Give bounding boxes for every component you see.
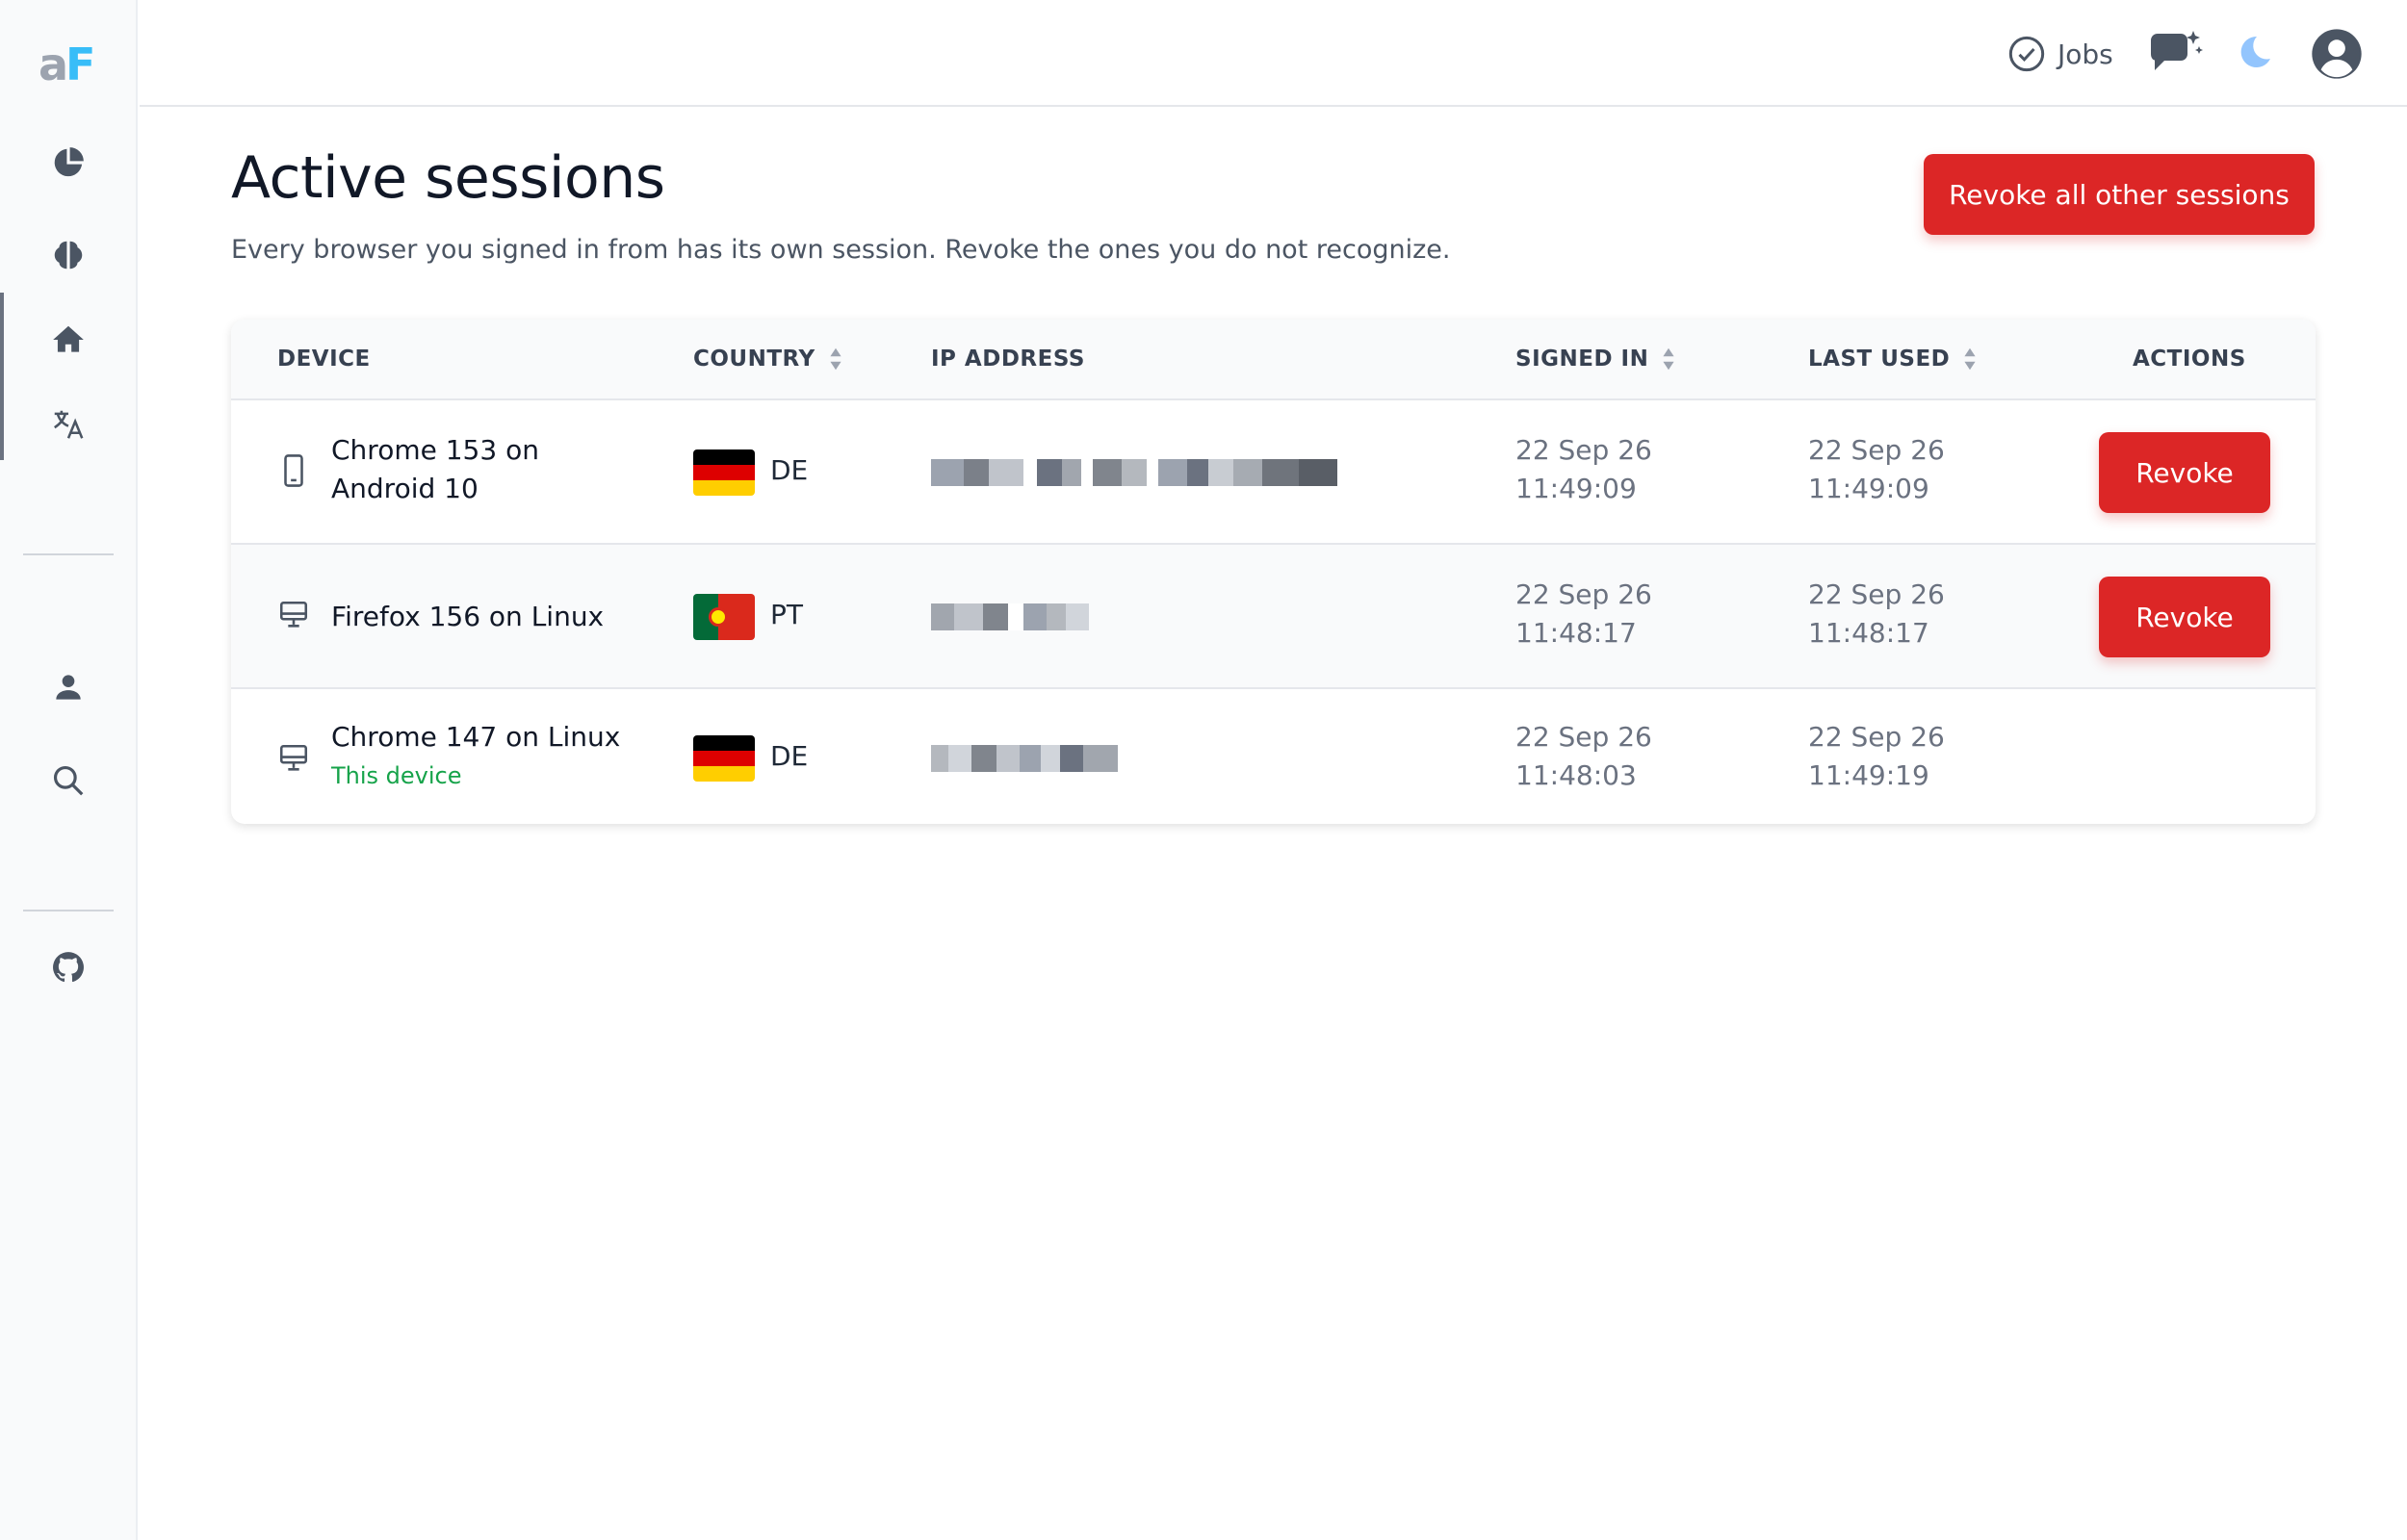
- ip-address-blurred: [931, 603, 1089, 630]
- pie-chart-icon[interactable]: [48, 142, 89, 183]
- revoke-all-sessions-button[interactable]: Revoke all other sessions: [1924, 154, 2315, 235]
- page-title: Active sessions: [231, 144, 665, 212]
- device-name: Firefox 156 on Linux: [331, 601, 605, 632]
- flag-de-icon: [693, 735, 755, 782]
- column-header-device: DEVICE: [277, 346, 371, 372]
- column-header-ip: IP ADDRESS: [931, 346, 1085, 372]
- search-icon[interactable]: [48, 760, 89, 801]
- sidebar-divider: [23, 910, 114, 911]
- device-name: Chrome 147 on Linux: [331, 721, 621, 753]
- ip-address-blurred: [931, 745, 1118, 772]
- sort-icon[interactable]: [829, 346, 842, 372]
- column-header-country[interactable]: COUNTRY: [693, 320, 842, 398]
- last-used-datetime: 22 Sep 26 11:48:17: [1808, 578, 1945, 649]
- flag-de-icon: [693, 449, 755, 496]
- moon-icon[interactable]: [2224, 27, 2282, 81]
- revoke-button[interactable]: Revoke: [2099, 432, 2270, 513]
- signed-in-datetime: 22 Sep 26 11:48:17: [1515, 578, 1652, 649]
- translate-icon[interactable]: [48, 404, 89, 445]
- active-section-indicator: [0, 293, 4, 460]
- jobs-label: Jobs: [2058, 38, 2113, 70]
- brain-icon[interactable]: [48, 235, 89, 275]
- home-icon[interactable]: [48, 320, 89, 360]
- country-code: DE: [770, 454, 809, 486]
- column-header-actions: ACTIONS: [2133, 346, 2246, 372]
- desktop-icon: [279, 744, 308, 771]
- sessions-table: DEVICE COUNTRY IP ADDRESS SIGNED IN LAST…: [231, 320, 2316, 824]
- chat-sparkle-icon[interactable]: [2147, 27, 2205, 81]
- last-used-datetime: 22 Sep 26 11:49:09: [1808, 434, 1945, 504]
- sort-icon[interactable]: [1963, 346, 1977, 372]
- sidebar-divider: [23, 553, 114, 555]
- table-row: Chrome 153 on Android 10 DE 22 Sep 26 11:4…: [231, 398, 2316, 543]
- sort-icon[interactable]: [1662, 346, 1675, 372]
- signed-in-datetime: 22 Sep 26 11:48:03: [1515, 721, 1652, 791]
- sidebar: aF: [0, 0, 138, 1540]
- user-circle-icon[interactable]: [2308, 27, 2366, 81]
- device-name: Chrome 153 on Android 10: [331, 434, 539, 504]
- this-device-label: This device: [331, 762, 462, 789]
- country-code: DE: [770, 740, 809, 772]
- flag-pt-icon: [693, 594, 755, 640]
- app-logo[interactable]: aF: [39, 42, 96, 87]
- table-header: DEVICE COUNTRY IP ADDRESS SIGNED IN LAST…: [231, 320, 2316, 398]
- github-icon[interactable]: [48, 947, 89, 988]
- desktop-icon: [279, 601, 308, 628]
- column-header-signed-in[interactable]: SIGNED IN: [1515, 320, 1675, 398]
- page-subtitle: Every browser you signed in from has its…: [231, 235, 1451, 265]
- jobs-button[interactable]: Jobs: [2007, 33, 2113, 75]
- ip-address-blurred: [931, 459, 1337, 486]
- last-used-datetime: 22 Sep 26 11:49:19: [1808, 721, 1945, 791]
- column-header-last-used[interactable]: LAST USED: [1808, 320, 1977, 398]
- mobile-icon: [284, 454, 303, 487]
- check-circle-icon: [2008, 36, 2045, 72]
- user-icon[interactable]: [48, 667, 89, 707]
- table-row: Firefox 156 on Linux PT 22 Sep 26 11:48:1…: [231, 543, 2316, 687]
- signed-in-datetime: 22 Sep 26 11:49:09: [1515, 434, 1652, 504]
- country-code: PT: [770, 599, 803, 630]
- table-row: Chrome 147 on Linux This device DE 22 Se…: [231, 687, 2316, 824]
- revoke-button[interactable]: Revoke: [2099, 577, 2270, 657]
